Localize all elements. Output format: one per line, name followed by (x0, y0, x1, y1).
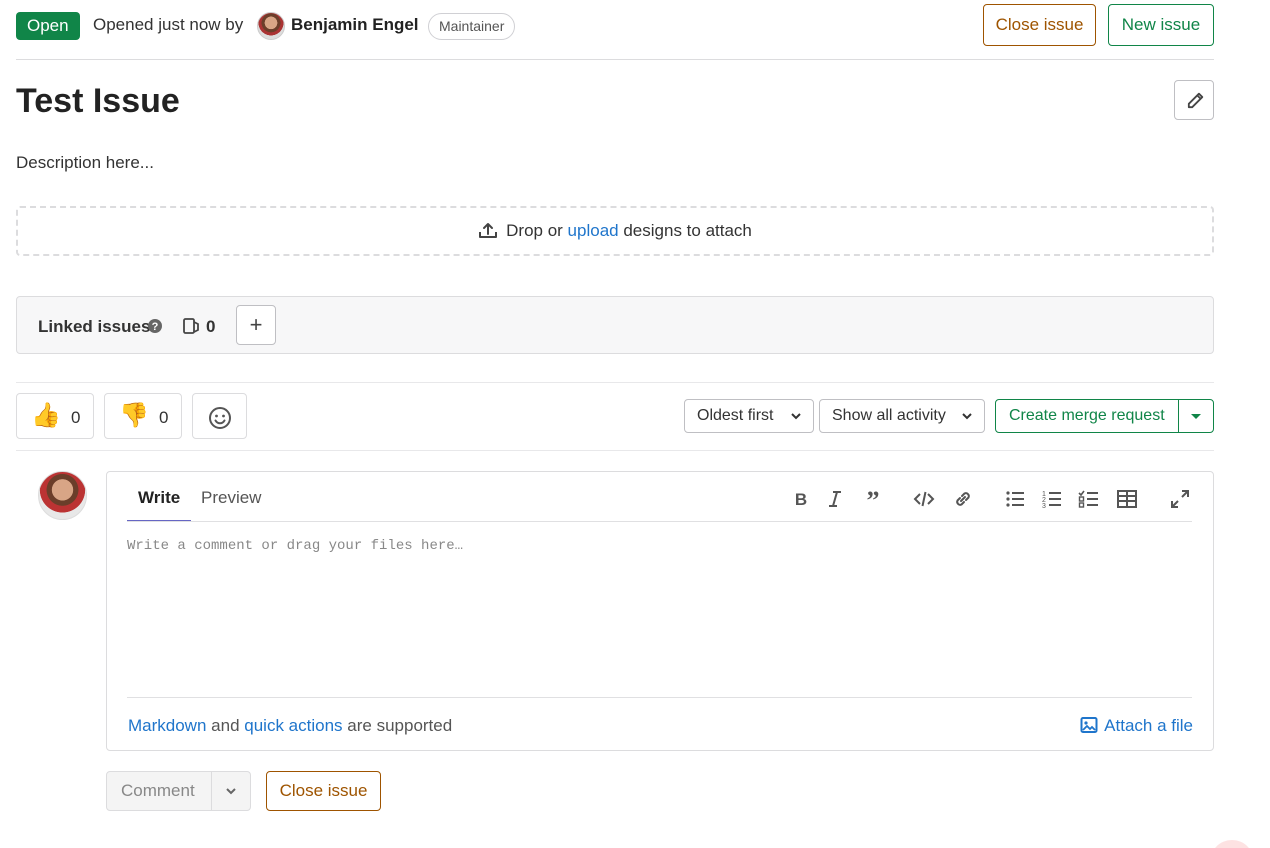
sort-order-dropdown[interactable]: Oldest first (684, 399, 814, 433)
divider (16, 382, 1214, 383)
task-list-icon[interactable] (1078, 488, 1100, 510)
code-icon[interactable] (913, 488, 935, 510)
split-divider (1178, 400, 1179, 432)
bulleted-list-icon[interactable] (1004, 488, 1026, 510)
quote-icon[interactable]: ” (862, 488, 884, 510)
upload-link[interactable]: upload (568, 221, 619, 240)
thumbs-up-count: 0 (71, 408, 81, 427)
italic-icon[interactable] (824, 488, 846, 510)
hint-suffix: are supported (347, 716, 453, 735)
activity-filter-label: Show all activity (832, 407, 946, 424)
close-issue-bottom-button[interactable]: Close issue (266, 771, 381, 811)
numbered-list-icon[interactable]: 123 (1041, 488, 1063, 510)
link-icon[interactable] (952, 488, 974, 510)
status-badge: Open (16, 12, 80, 40)
divider (127, 521, 1192, 522)
role-badge: Maintainer (428, 13, 516, 40)
quick-actions-link[interactable]: quick actions (244, 716, 342, 735)
thumbs-down-count: 0 (159, 408, 169, 427)
comment-textarea[interactable] (127, 538, 1192, 693)
current-user-avatar[interactable] (38, 471, 87, 520)
smiley-icon (209, 407, 231, 429)
table-icon[interactable] (1116, 488, 1138, 510)
issue-header: Open Opened just now by Benjamin Engel M… (16, 4, 1214, 60)
create-merge-request-button[interactable]: Create merge request (995, 399, 1214, 433)
svg-text:”: ” (867, 488, 880, 510)
thumbs-up-icon: 👍 (31, 402, 61, 429)
add-reaction-button[interactable] (192, 393, 247, 439)
dropzone-prefix: Drop or (506, 221, 563, 240)
markdown-link[interactable]: Markdown (128, 716, 206, 735)
edit-title-button[interactable] (1174, 80, 1214, 120)
chevron-down-icon (962, 413, 972, 420)
thumbs-down-award[interactable]: 👎 0 (104, 393, 182, 439)
tab-preview[interactable]: Preview (201, 488, 261, 508)
linked-issues-label: Linked issues (38, 317, 151, 336)
activity-filter-dropdown[interactable]: Show all activity (819, 399, 985, 433)
pencil-icon (1187, 92, 1204, 109)
thumbs-down-icon: 👎 (119, 402, 149, 429)
floating-widget[interactable] (1210, 840, 1254, 848)
image-icon (1080, 717, 1098, 733)
linked-issues-count: 0 (206, 317, 216, 336)
sort-order-label: Oldest first (697, 407, 774, 424)
svg-text:?: ? (152, 321, 159, 333)
fullscreen-icon[interactable] (1169, 488, 1191, 510)
attach-file-button[interactable]: Attach a file (1080, 716, 1193, 736)
comment-editor: Write Preview B ” 123 Markdown and quick… (106, 471, 1214, 751)
comment-split-button: Comment (106, 771, 251, 811)
opened-text: Opened just now by (93, 15, 244, 34)
svg-text:B: B (795, 490, 807, 509)
comment-button[interactable]: Comment (121, 772, 195, 810)
author-name[interactable]: Benjamin Engel (291, 15, 419, 35)
chevron-down-icon (791, 413, 801, 420)
add-linked-issue-button[interactable]: + (236, 305, 276, 345)
new-issue-button[interactable]: New issue (1108, 4, 1214, 46)
chevron-down-icon[interactable] (225, 786, 237, 796)
dropzone-suffix: designs to attach (623, 221, 752, 240)
caret-down-icon[interactable] (1191, 414, 1201, 419)
issues-icon (183, 318, 199, 334)
attach-file-label: Attach a file (1104, 716, 1193, 735)
thumbs-up-award[interactable]: 👍 0 (16, 393, 94, 439)
divider (16, 450, 1214, 451)
author-avatar[interactable] (257, 12, 285, 40)
markdown-hint: Markdown and quick actions are supported (128, 716, 452, 736)
issue-title: Test Issue (16, 82, 180, 120)
question-icon[interactable]: ? (147, 318, 163, 334)
design-dropzone[interactable]: Drop or upload designs to attach (16, 206, 1214, 256)
split-divider (211, 772, 212, 810)
bold-icon[interactable]: B (790, 488, 812, 510)
tab-write[interactable]: Write (138, 488, 180, 508)
upload-icon (479, 223, 498, 238)
svg-text:3: 3 (1042, 503, 1046, 510)
issue-description: Description here... (16, 153, 154, 172)
divider (127, 697, 1192, 698)
create-merge-request-label: Create merge request (1009, 407, 1165, 424)
linked-issues-panel: Linked issues ? 0 + (16, 296, 1214, 354)
close-issue-button[interactable]: Close issue (983, 4, 1096, 46)
hint-and: and (211, 716, 240, 735)
